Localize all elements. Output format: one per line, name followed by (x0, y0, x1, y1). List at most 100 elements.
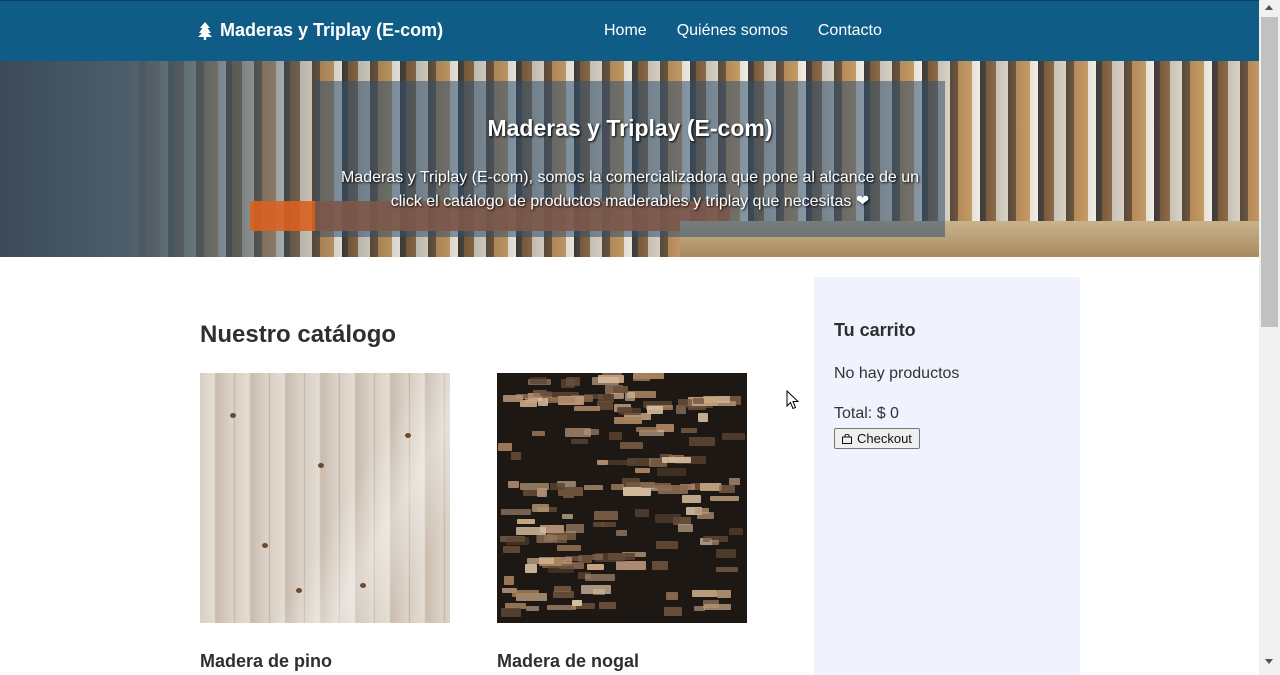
wood-plank (689, 437, 715, 446)
wood-plank (694, 606, 705, 611)
wood-plank (601, 522, 616, 527)
wood-plank (537, 488, 547, 497)
wood-plank (594, 511, 618, 520)
nav-link-contact[interactable]: Contacto (818, 22, 882, 40)
wood-plank (550, 483, 565, 490)
scroll-up-arrow-icon[interactable] (1265, 5, 1273, 10)
wood-plank (616, 530, 627, 536)
wood-plank (572, 600, 582, 606)
wood-plank (537, 535, 567, 543)
wood-plank (548, 566, 574, 573)
cart-total: Total: $ 0 (834, 405, 899, 422)
wood-plank (525, 564, 537, 573)
wood-plank (678, 399, 692, 407)
wood-plank (635, 468, 650, 473)
product-name[interactable]: Madera de pino (200, 651, 450, 672)
wood-plank (585, 574, 615, 581)
wood-knot (360, 583, 366, 588)
checkout-label: Checkout (857, 431, 912, 446)
wood-plank (546, 397, 575, 403)
wood-plank (729, 478, 740, 485)
wood-plank (516, 527, 546, 535)
wood-plank (662, 457, 691, 463)
wood-plank (678, 524, 693, 532)
checkout-button[interactable]: Checkout (834, 428, 920, 449)
wood-plank (525, 398, 538, 403)
wood-plank (655, 514, 681, 523)
wood-plank (506, 537, 529, 545)
wood-plank (620, 442, 643, 449)
cart-title: Tu carrito (834, 320, 916, 340)
wood-plank (566, 524, 584, 533)
wood-plank (584, 429, 599, 435)
wood-plank (657, 468, 686, 476)
wood-plank (512, 590, 539, 597)
wood-plank (717, 590, 731, 598)
wood-knot (318, 463, 324, 468)
wood-plank (625, 392, 635, 401)
wood-plank (682, 495, 701, 503)
brand-link[interactable]: Maderas y Triplay (E-com) (198, 20, 443, 41)
wood-plank (530, 377, 547, 384)
product-image-pine[interactable] (200, 373, 450, 623)
wood-plank (700, 483, 721, 491)
wood-plank (641, 483, 671, 488)
wood-plank (692, 590, 717, 597)
wood-plank (503, 395, 523, 402)
wood-plank (527, 558, 554, 564)
product-card: Madera de pino (200, 373, 450, 672)
wood-plank (508, 481, 519, 488)
wood-plank (557, 545, 581, 551)
wood-plank (526, 606, 539, 611)
wood-plank (703, 600, 719, 608)
wood-plank (695, 508, 709, 514)
wood-plank (647, 406, 663, 414)
scroll-down-arrow-icon[interactable] (1265, 659, 1273, 664)
wood-plank (553, 591, 574, 598)
wood-plank (504, 576, 514, 585)
wood-plank (633, 373, 664, 379)
nav-link-home[interactable]: Home (604, 22, 647, 40)
wood-plank (719, 485, 735, 493)
wood-plank (623, 487, 651, 496)
wood-plank (608, 460, 636, 465)
nav-link-about[interactable]: Quiénes somos (677, 22, 788, 40)
wood-plank (716, 567, 738, 572)
wood-plank (617, 407, 632, 413)
scroll-thumb[interactable] (1261, 17, 1278, 327)
wood-plank (532, 504, 549, 512)
hero-overlay-box: Maderas y Triplay (E-com) Maderas y Trip… (315, 81, 945, 237)
wood-plank (698, 413, 708, 422)
wood-plank (636, 427, 658, 432)
wood-plank (571, 439, 588, 444)
navbar: Maderas y Triplay (E-com) Home Quiénes s… (0, 0, 1259, 61)
wood-knot (405, 433, 411, 438)
wood-plank (681, 428, 697, 433)
wood-plank (666, 592, 678, 600)
product-image-walnut[interactable] (497, 373, 747, 623)
wood-plank (597, 460, 608, 465)
hero-banner: Maderas y Triplay (E-com) Maderas y Trip… (0, 61, 1259, 257)
wood-plank (614, 417, 642, 424)
shopping-bag-icon (842, 433, 852, 444)
product-name[interactable]: Madera de nogal (497, 651, 747, 672)
page-scrollbar[interactable] (1259, 0, 1280, 675)
wood-plank (562, 514, 573, 519)
wood-plank (540, 391, 552, 396)
wood-plank (538, 398, 548, 406)
nav-links: Home Quiénes somos Contacto (604, 22, 882, 40)
product-card: Madera de nogal (497, 373, 747, 672)
tree-icon (198, 21, 212, 40)
wood-plank (584, 485, 603, 490)
wood-plank (710, 496, 739, 501)
wood-plank (503, 546, 520, 553)
wood-plank (652, 561, 668, 570)
wood-knot (262, 543, 268, 548)
wood-plank (656, 541, 678, 549)
wood-plank (517, 519, 535, 524)
wood-plank (501, 608, 521, 617)
wood-plank (498, 443, 512, 451)
wood-plank (592, 377, 619, 385)
wood-plank (587, 564, 604, 570)
brand-name: Maderas y Triplay (E-com) (220, 20, 444, 40)
